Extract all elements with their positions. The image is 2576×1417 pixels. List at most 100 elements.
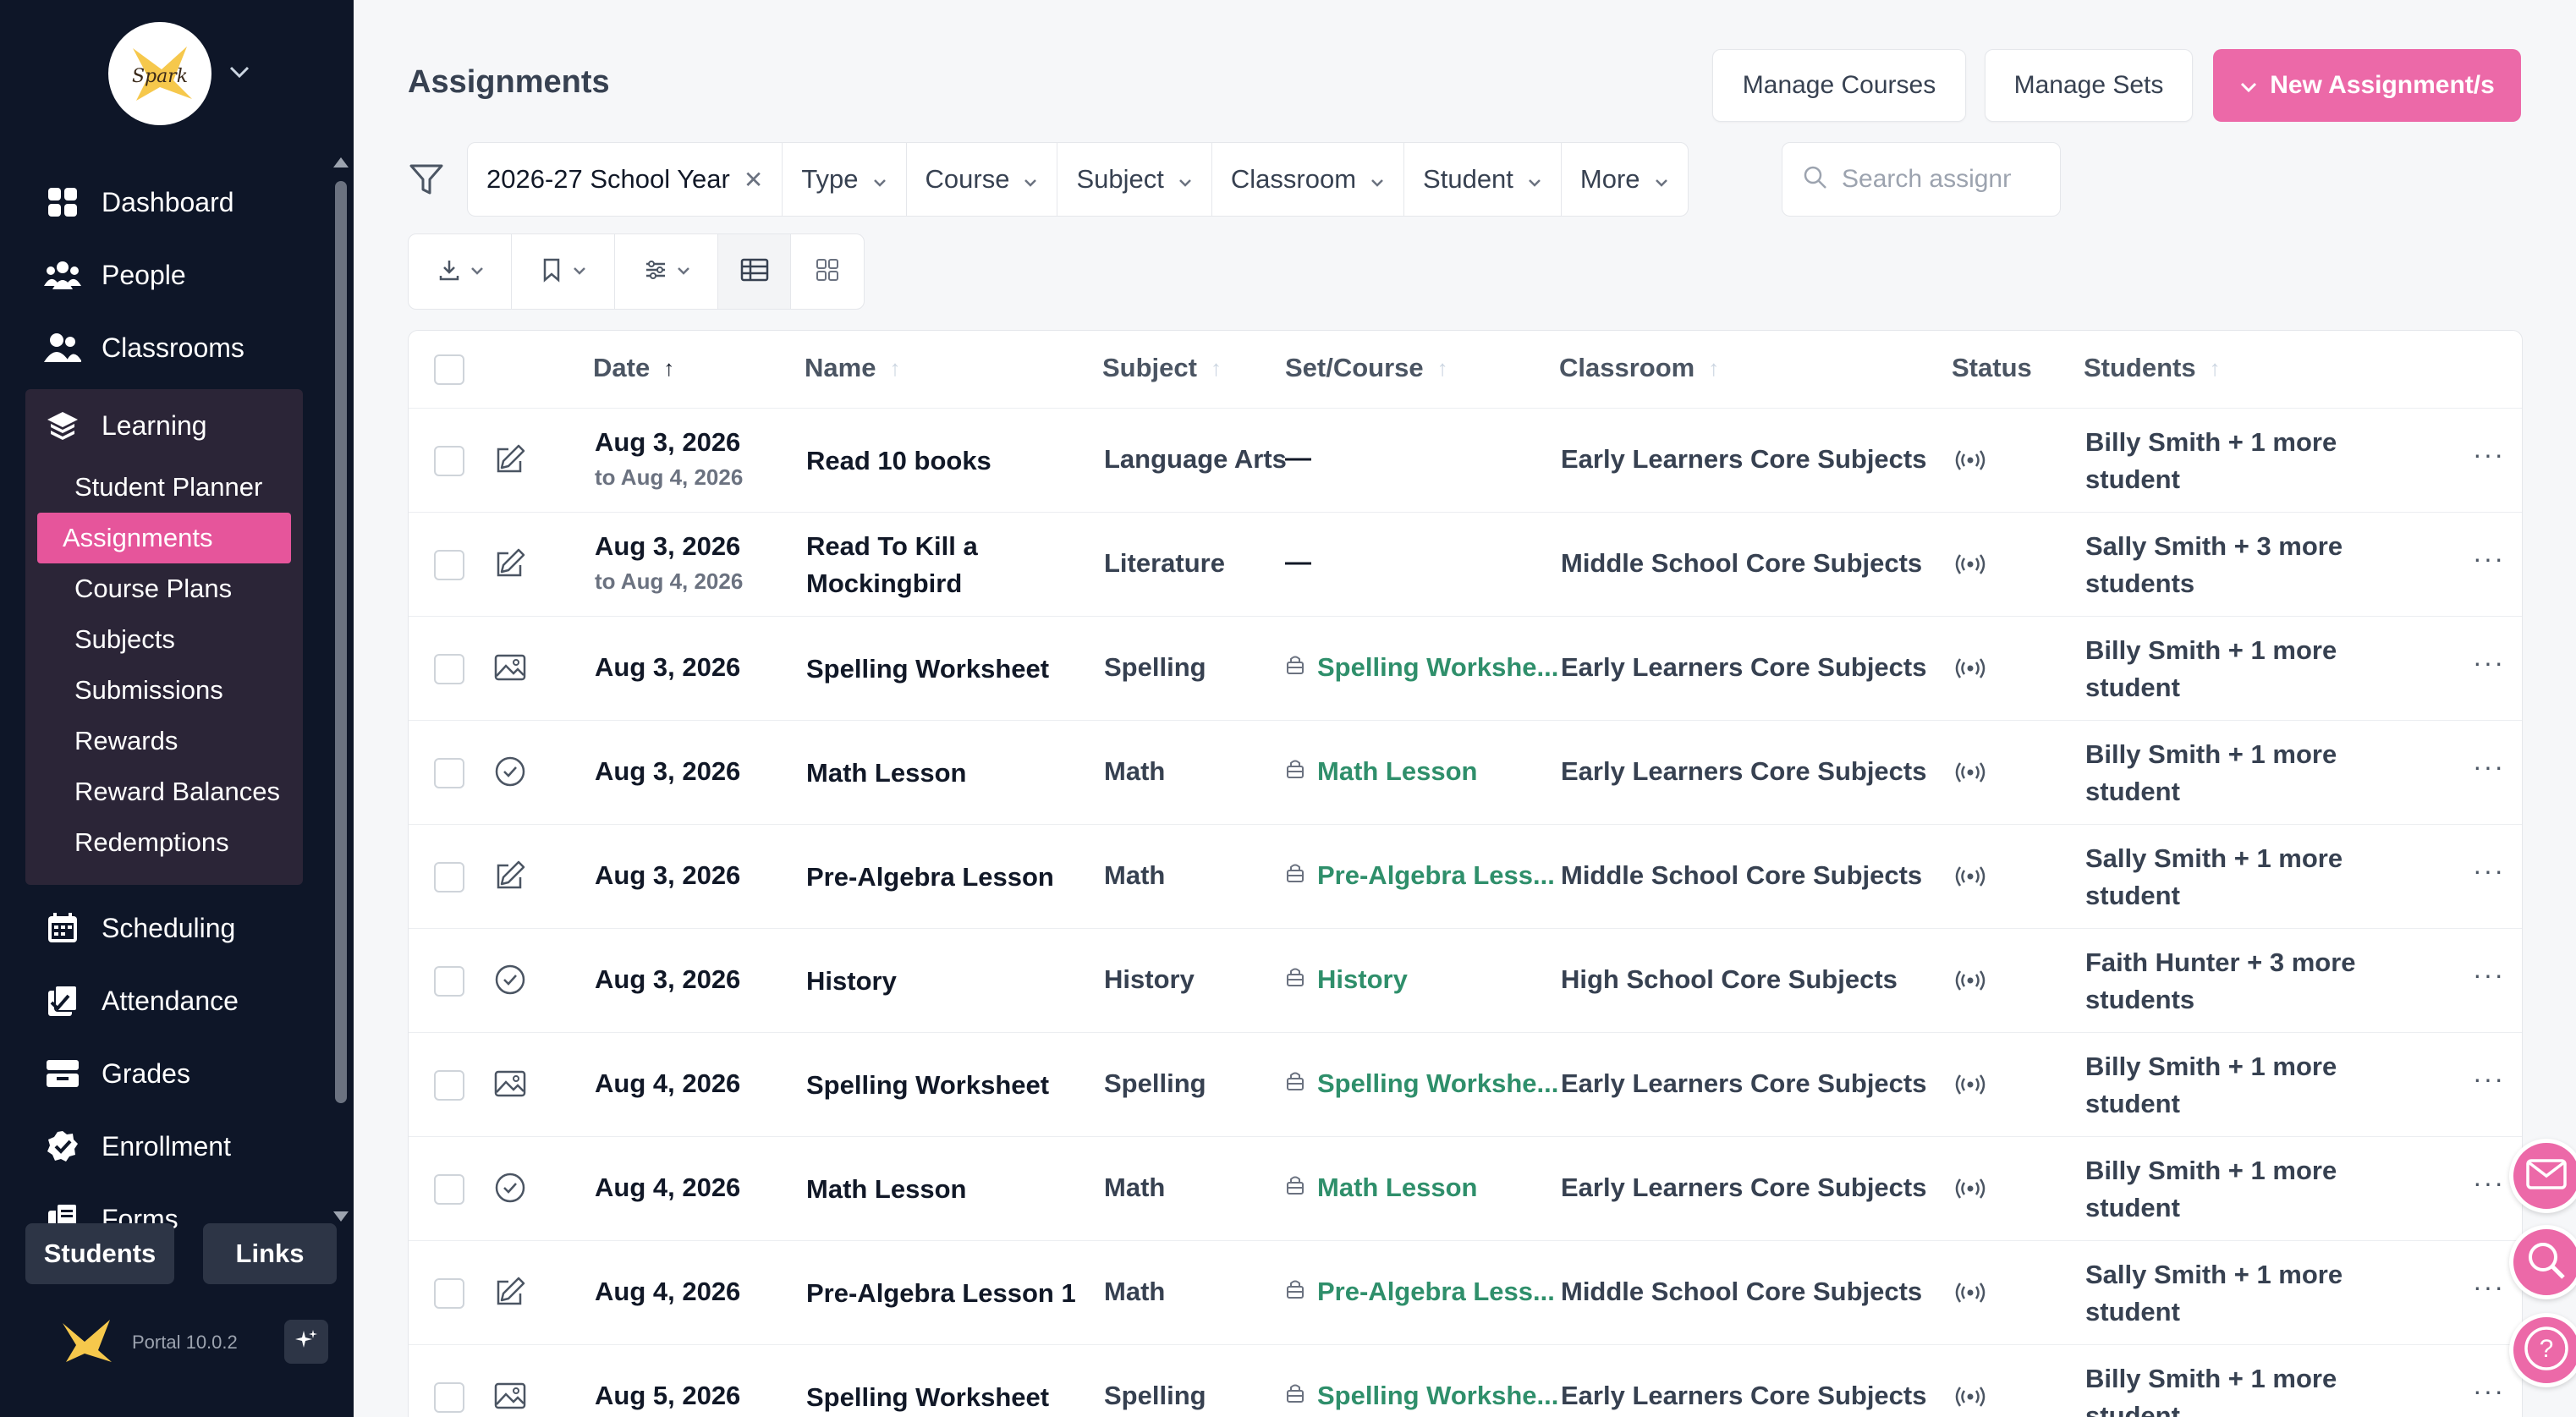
- assignment-name[interactable]: Math Lesson: [806, 1171, 1085, 1208]
- column-subject[interactable]: Subject ↑: [1102, 353, 1222, 383]
- type-filter[interactable]: Type: [783, 143, 907, 216]
- column-date[interactable]: Date ↑: [593, 353, 674, 383]
- table-row[interactable]: Aug 4, 2026 Pre-Algebra Lesson 1 Math Pre-A…: [409, 1241, 2522, 1345]
- sidebar-item-learning[interactable]: Learning: [25, 389, 303, 462]
- filter-icon[interactable]: [408, 161, 445, 202]
- table-row[interactable]: Aug 3, 2026 Pre-Algebra Lesson Math Pre-Alg…: [409, 825, 2522, 929]
- row-more-icon[interactable]: ···: [2473, 855, 2505, 887]
- table-view-button[interactable]: [718, 234, 791, 309]
- school-year-filter[interactable]: 2026-27 School Year ✕: [468, 143, 783, 216]
- sidebar-item-enrollment[interactable]: Enrollment: [25, 1110, 303, 1183]
- students-tab[interactable]: Students: [25, 1223, 174, 1284]
- set-course-link[interactable]: History: [1285, 964, 1408, 995]
- row-checkbox[interactable]: [434, 1278, 464, 1309]
- assignment-name[interactable]: Spelling Worksheet: [806, 1067, 1085, 1104]
- row-more-icon[interactable]: ···: [2473, 1376, 2505, 1407]
- assignment-name[interactable]: Read To Kill a Mockingbird: [806, 528, 1085, 602]
- scroll-thumb[interactable]: [335, 181, 347, 1103]
- students-cell[interactable]: Billy Smith + 1 more student: [2085, 424, 2390, 498]
- scroll-up-arrow-icon[interactable]: [333, 157, 349, 168]
- students-cell[interactable]: Billy Smith + 1 more student: [2085, 1048, 2390, 1123]
- row-more-icon[interactable]: ···: [2473, 647, 2505, 678]
- floating-search-button[interactable]: [2509, 1225, 2576, 1299]
- student-filter[interactable]: Student: [1404, 143, 1562, 216]
- download-button[interactable]: [409, 234, 512, 309]
- assignment-name[interactable]: Spelling Worksheet: [806, 1379, 1085, 1416]
- search-box[interactable]: [1782, 142, 2061, 217]
- set-course-link[interactable]: Spelling Workshe...: [1285, 1381, 1558, 1411]
- set-course-link[interactable]: Spelling Workshe...: [1285, 1068, 1558, 1099]
- assignment-name[interactable]: Pre-Algebra Lesson 1: [806, 1275, 1085, 1312]
- course-filter[interactable]: Course: [907, 143, 1058, 216]
- students-cell[interactable]: Faith Hunter + 3 more students: [2085, 944, 2390, 1019]
- mail-button[interactable]: [2509, 1139, 2576, 1213]
- sidebar-sub-redemptions[interactable]: Redemptions: [37, 817, 291, 868]
- assignment-name[interactable]: Spelling Worksheet: [806, 651, 1085, 688]
- select-all-checkbox[interactable]: [434, 354, 464, 385]
- row-checkbox[interactable]: [434, 1382, 464, 1413]
- row-more-icon[interactable]: ···: [2473, 1271, 2505, 1303]
- sidebar-sub-rewards[interactable]: Rewards: [37, 716, 291, 766]
- students-cell[interactable]: Billy Smith + 1 more student: [2085, 736, 2390, 810]
- set-course-link[interactable]: Spelling Workshe...: [1285, 652, 1558, 683]
- row-checkbox[interactable]: [434, 758, 464, 788]
- sidebar-item-classrooms[interactable]: Classrooms: [25, 311, 303, 384]
- row-checkbox[interactable]: [434, 966, 464, 997]
- row-more-icon[interactable]: ···: [2473, 1063, 2505, 1095]
- sidebar-sub-subjects[interactable]: Subjects: [37, 614, 291, 665]
- new-assignment-button[interactable]: New Assignment/s: [2213, 49, 2521, 122]
- row-more-icon[interactable]: ···: [2473, 543, 2505, 574]
- sidebar-item-scheduling[interactable]: Scheduling: [25, 892, 303, 964]
- column-set-course[interactable]: Set/Course ↑: [1285, 353, 1448, 383]
- assignment-name[interactable]: Pre-Algebra Lesson: [806, 859, 1085, 896]
- sidebar-sub-assignments[interactable]: Assignments: [37, 513, 291, 563]
- table-row[interactable]: Aug 3, 2026 Math Lesson Math Math Lesson Ear…: [409, 721, 2522, 825]
- sidebar-sub-course-plans[interactable]: Course Plans: [37, 563, 291, 614]
- bookmark-button[interactable]: [512, 234, 615, 309]
- assignment-name[interactable]: Math Lesson: [806, 755, 1085, 792]
- search-input[interactable]: [1842, 165, 2011, 194]
- row-checkbox[interactable]: [434, 862, 464, 892]
- assignment-name[interactable]: History: [806, 963, 1085, 1000]
- sidebar-item-grades[interactable]: Grades: [25, 1037, 303, 1110]
- org-switcher[interactable]: Spark: [108, 22, 250, 125]
- students-cell[interactable]: Sally Smith + 3 more students: [2085, 528, 2390, 602]
- table-row[interactable]: Aug 4, 2026 Math Lesson Math Math Lesson Ear…: [409, 1137, 2522, 1241]
- students-cell[interactable]: Billy Smith + 1 more student: [2085, 1152, 2390, 1227]
- row-checkbox[interactable]: [434, 654, 464, 684]
- sidebar-sub-student-planner[interactable]: Student Planner: [37, 462, 291, 513]
- sidebar-sub-reward-balances[interactable]: Reward Balances: [37, 766, 291, 817]
- manage-sets-button[interactable]: Manage Sets: [1985, 49, 2193, 122]
- help-button[interactable]: ?: [2509, 1313, 2576, 1387]
- sidebar-sub-submissions[interactable]: Submissions: [37, 665, 291, 716]
- scroll-down-arrow-icon[interactable]: [333, 1211, 349, 1222]
- sidebar-item-dashboard[interactable]: Dashboard: [25, 166, 303, 239]
- column-name[interactable]: Name ↑: [805, 353, 900, 383]
- row-checkbox[interactable]: [434, 550, 464, 580]
- sidebar-scrollbar[interactable]: [332, 152, 350, 1227]
- column-students[interactable]: Students ↑: [2084, 353, 2221, 383]
- table-row[interactable]: Aug 3, 2026 History History History High Sch…: [409, 929, 2522, 1033]
- assignment-name[interactable]: Read 10 books: [806, 442, 1085, 480]
- table-row[interactable]: Aug 3, 2026 to Aug 4, 2026 Read To Kill a …: [409, 513, 2522, 617]
- column-settings-button[interactable]: [615, 234, 718, 309]
- row-more-icon[interactable]: ···: [2473, 959, 2505, 991]
- table-row[interactable]: Aug 5, 2026 Spelling Worksheet Spelling Spe…: [409, 1345, 2522, 1417]
- row-more-icon[interactable]: ···: [2473, 439, 2505, 470]
- grid-view-button[interactable]: [791, 234, 864, 309]
- table-row[interactable]: Aug 4, 2026 Spelling Worksheet Spelling Spe…: [409, 1033, 2522, 1137]
- students-cell[interactable]: Sally Smith + 1 more student: [2085, 840, 2390, 914]
- more-filter[interactable]: More: [1562, 143, 1688, 216]
- table-row[interactable]: Aug 3, 2026 to Aug 4, 2026 Read 10 books La…: [409, 409, 2522, 513]
- ai-sparkle-button[interactable]: [284, 1320, 328, 1364]
- row-checkbox[interactable]: [434, 1174, 464, 1205]
- sidebar-item-attendance[interactable]: Attendance: [25, 964, 303, 1037]
- subject-filter[interactable]: Subject: [1057, 143, 1212, 216]
- set-course-link[interactable]: Math Lesson: [1285, 756, 1477, 787]
- row-checkbox[interactable]: [434, 446, 464, 476]
- close-icon[interactable]: ✕: [744, 166, 763, 194]
- sidebar-item-people[interactable]: People: [25, 239, 303, 311]
- students-cell[interactable]: Sally Smith + 1 more student: [2085, 1256, 2390, 1331]
- table-row[interactable]: Aug 3, 2026 Spelling Worksheet Spelling Spe…: [409, 617, 2522, 721]
- row-more-icon[interactable]: ···: [2473, 1167, 2505, 1199]
